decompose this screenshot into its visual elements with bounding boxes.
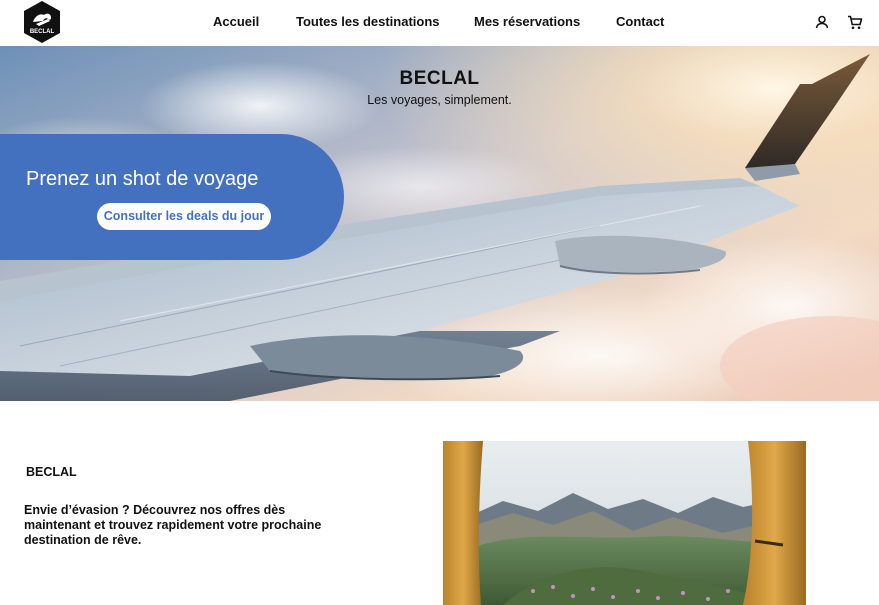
hero-banner: BECLAL Les voyages, simplement. Prenez u…: [0, 46, 879, 401]
section-description: Envie d’évasion ? Découvrez nos offres d…: [24, 503, 322, 547]
promo-panel: Prenez un shot de voyage Consulter les d…: [0, 134, 344, 260]
hero-subtitle: Les voyages, simplement.: [367, 93, 512, 107]
deals-button[interactable]: Consulter les deals du jour: [97, 203, 271, 230]
nav-contact[interactable]: Contact: [616, 14, 664, 29]
section-brand: BECLAL: [26, 465, 77, 479]
user-icon[interactable]: [812, 12, 832, 32]
tent-mountain-image: [443, 441, 806, 605]
cart-icon[interactable]: [845, 12, 865, 32]
main-nav: Accueil Toutes les destinations Mes rése…: [0, 14, 879, 32]
nav-accueil[interactable]: Accueil: [213, 14, 259, 29]
hero-title: BECLAL: [399, 68, 480, 89]
nav-destinations[interactable]: Toutes les destinations: [296, 14, 440, 29]
promo-text: Prenez un shot de voyage: [26, 168, 259, 190]
site-header: BECLAL Accueil Toutes les destinations M…: [0, 0, 879, 46]
nav-reservations[interactable]: Mes réservations: [474, 14, 580, 29]
